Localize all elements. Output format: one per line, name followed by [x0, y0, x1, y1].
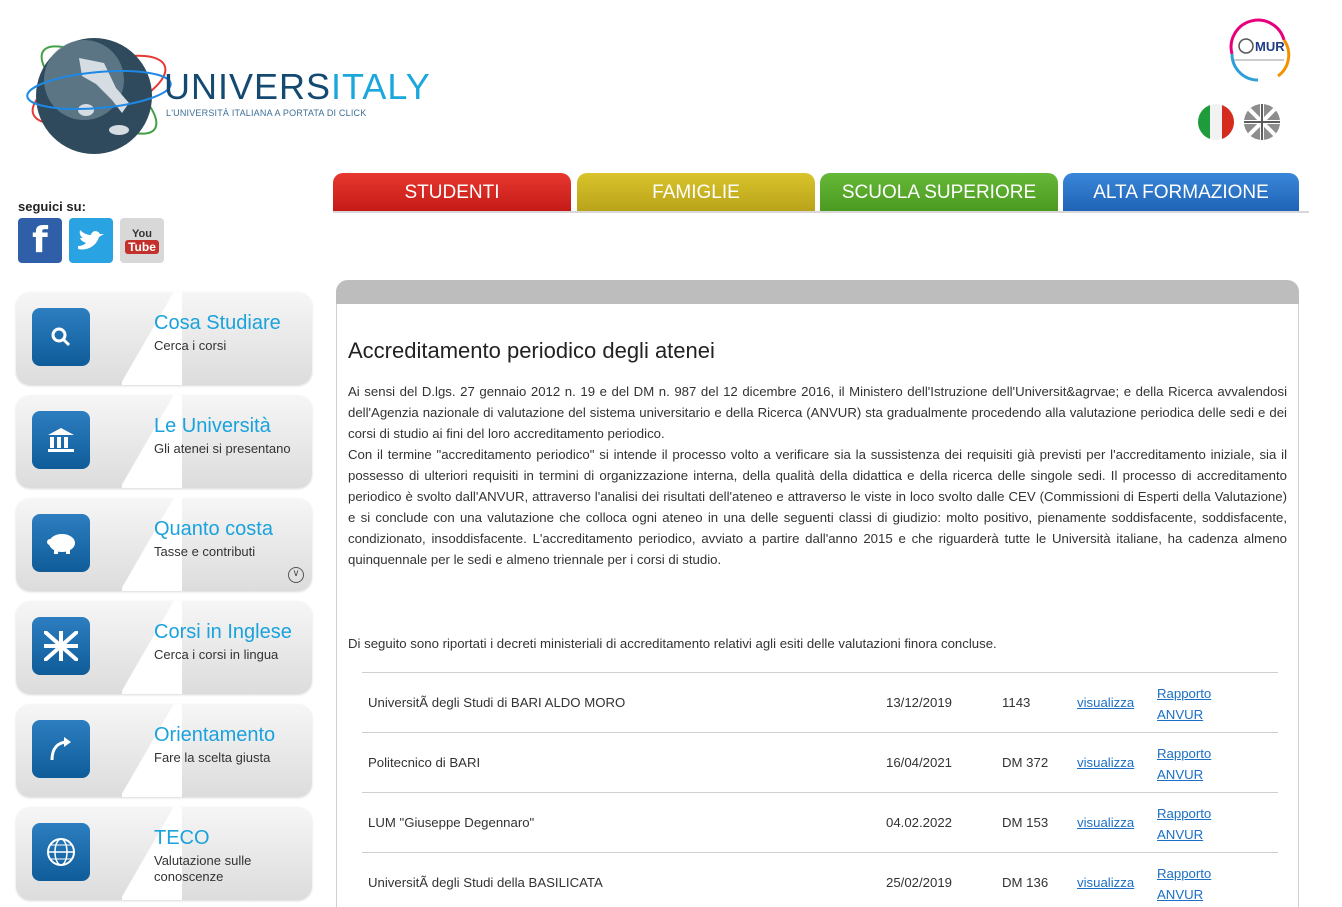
brand-tagline: L'UNIVERSITÀ ITALIANA A PORTATA DI CLICK	[166, 108, 367, 118]
table-row: UniversitÃ degli Studi di BARI ALDO MORO…	[362, 672, 1278, 732]
sidebar-item-corsi-in-inglese[interactable]: Corsi in Inglese Cerca i corsi in lingua	[16, 601, 312, 694]
tab-studenti[interactable]: STUDENTI	[333, 173, 571, 211]
anvur-report-link[interactable]: Rapporto ANVUR	[1157, 683, 1227, 725]
uk-flag-icon	[32, 617, 90, 675]
search-icon	[32, 308, 90, 366]
view-link[interactable]: visualizza	[1077, 815, 1134, 830]
sidebar-item-subtitle: Cerca i corsi	[154, 338, 227, 353]
sidebar-item-title: Le Università	[154, 415, 271, 437]
brand-title[interactable]: UNIVERSITALY	[164, 66, 431, 108]
uk-flag-icon[interactable]	[1244, 104, 1280, 140]
decree-date: 13/12/2019	[886, 695, 953, 710]
table-row: LUM "Giuseppe Degennaro" 04.02.2022 DM 1…	[362, 792, 1278, 852]
view-link[interactable]: visualizza	[1077, 755, 1134, 770]
tab-famiglie[interactable]: FAMIGLIE	[577, 173, 815, 211]
tab-alta-formazione[interactable]: ALTA FORMAZIONE	[1063, 173, 1299, 211]
university-name: UniversitÃ degli Studi di BARI ALDO MORO	[368, 695, 626, 710]
anvur-report-link[interactable]: Rapporto ANVUR	[1157, 743, 1227, 785]
sidebar-item-subtitle: Gli atenei si presentano	[154, 441, 291, 456]
view-link[interactable]: visualizza	[1077, 875, 1134, 890]
facebook-icon[interactable]: f	[18, 218, 62, 263]
sidebar-item-title: Quanto costa	[154, 518, 273, 540]
intro-paragraph-1: Ai sensi del D.lgs. 27 gennaio 2012 n. 1…	[348, 384, 1287, 441]
sidebar-item-title: Corsi in Inglese	[154, 621, 292, 643]
table-row: Politecnico di BARI 16/04/2021 DM 372 vi…	[362, 732, 1278, 792]
decree-number: DM 136	[1002, 875, 1049, 890]
decrees-note: Di seguito sono riportati i decreti mini…	[348, 636, 997, 651]
arrow-icon	[32, 720, 90, 778]
sidebar-item-subtitle: Tasse e contributi	[154, 544, 256, 559]
youtube-icon[interactable]: You Tube	[120, 218, 164, 263]
sidebar-item-le-universita[interactable]: Le Università Gli atenei si presentano	[16, 395, 312, 488]
universitaly-globe-logo[interactable]	[24, 18, 174, 158]
decree-date: 25/02/2019	[886, 875, 953, 890]
sidebar-item-title: Cosa Studiare	[154, 312, 281, 334]
sidebar-item-title: Orientamento	[154, 724, 276, 746]
brand-title-part1: UNIVERS	[164, 66, 332, 107]
tab-scuola-superiore[interactable]: SCUOLA SUPERIORE	[820, 173, 1058, 211]
decree-number: DM 372	[1002, 755, 1049, 770]
university-name: Politecnico di BARI	[368, 755, 481, 770]
mur-logo[interactable]: MUR	[1218, 18, 1298, 90]
page-title: Accreditamento periodico degli atenei	[348, 338, 715, 363]
globe-icon	[32, 823, 90, 881]
sidebar-item-teco[interactable]: TECO Valutazione sulle conoscenze	[16, 807, 312, 900]
decree-date: 16/04/2021	[886, 755, 953, 770]
decree-date: 04.02.2022	[886, 815, 953, 830]
table-row: UniversitÃ degli Studi della BASILICATA …	[362, 852, 1278, 907]
sidebar-item-subtitle: Valutazione sulle conoscenze	[154, 853, 252, 884]
anvur-report-link[interactable]: Rapporto ANVUR	[1157, 863, 1227, 905]
twitter-icon[interactable]	[69, 218, 113, 263]
sidebar-item-subtitle: Cerca i corsi in lingua	[154, 647, 279, 662]
university-icon	[32, 411, 90, 469]
anvur-report-link[interactable]: Rapporto ANVUR	[1157, 803, 1227, 845]
decrees-table: UniversitÃ degli Studi di BARI ALDO MORO…	[362, 672, 1278, 907]
view-link[interactable]: visualizza	[1077, 695, 1134, 710]
intro-paragraph-2: Con il termine "accreditamento periodico…	[348, 447, 1287, 567]
chevron-down-icon[interactable]: ∨	[288, 567, 304, 583]
brand-title-part2: ITALY	[331, 66, 431, 107]
sidebar-item-title: TECO	[154, 827, 210, 849]
social-label: seguici su:	[18, 199, 86, 214]
youtube-label-top: You	[132, 227, 152, 240]
intro-text: Ai sensi del D.lgs. 27 gennaio 2012 n. 1…	[348, 381, 1287, 570]
sidebar-item-quanto-costa[interactable]: Quanto costa Tasse e contributi ∨	[16, 498, 312, 591]
audience-tabs: STUDENTI FAMIGLIE SCUOLA SUPERIORE ALTA …	[333, 173, 1309, 213]
youtube-label-bottom: Tube	[125, 239, 159, 254]
sidebar-item-cosa-studiare[interactable]: Cosa Studiare Cerca i corsi	[16, 292, 312, 385]
university-name: LUM "Giuseppe Degennaro"	[368, 815, 535, 830]
piggy-bank-icon	[32, 514, 90, 572]
content-header-bar	[336, 280, 1299, 304]
sidebar-item-orientamento[interactable]: Orientamento Fare la scelta giusta	[16, 704, 312, 797]
tabs-divider	[333, 211, 1309, 213]
university-name: UniversitÃ degli Studi della BASILICATA	[368, 875, 603, 890]
decree-number: 1143	[1002, 695, 1031, 710]
decree-number: DM 153	[1002, 815, 1049, 830]
sidebar-item-subtitle: Fare la scelta giusta	[154, 750, 271, 765]
it-flag-icon[interactable]	[1198, 104, 1234, 140]
mur-logo-text: MUR	[1255, 39, 1285, 54]
